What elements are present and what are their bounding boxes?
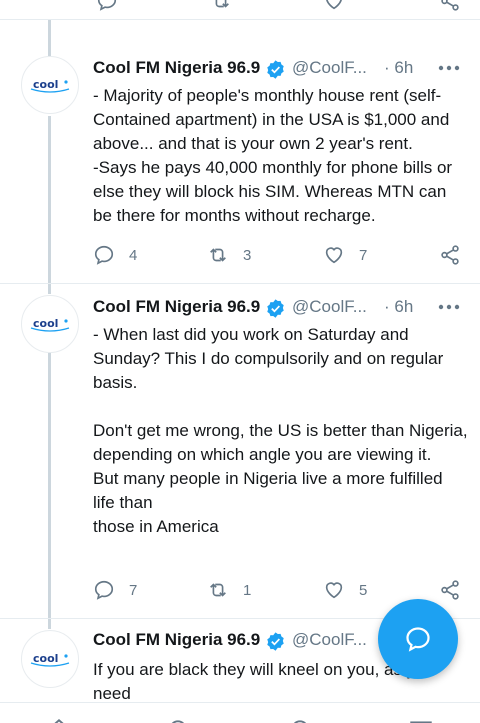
like-icon[interactable] bbox=[323, 0, 345, 12]
tweet-actions: 7 1 5 bbox=[93, 578, 463, 602]
notifications-icon[interactable] bbox=[287, 717, 313, 723]
like-count: 7 bbox=[359, 246, 368, 264]
compose-message-icon bbox=[406, 627, 430, 652]
retweet-button[interactable]: 1 bbox=[207, 578, 251, 602]
retweet-icon bbox=[210, 583, 226, 597]
cool-fm-logo: cool bbox=[30, 317, 70, 332]
verified-badge-icon bbox=[267, 60, 284, 79]
bottom-navigation bbox=[0, 702, 480, 723]
avatar[interactable]: cool bbox=[21, 56, 79, 114]
divider bbox=[0, 283, 480, 284]
like-button[interactable]: 5 bbox=[323, 578, 367, 602]
home-icon[interactable] bbox=[46, 717, 72, 723]
avatar[interactable]: cool bbox=[21, 630, 79, 688]
thread-line bbox=[48, 20, 51, 56]
tweet-header: Cool FM Nigeria 96.9 @CoolF... · 6h bbox=[93, 297, 480, 323]
avatar[interactable]: cool bbox=[21, 295, 79, 353]
verified-badge-icon bbox=[267, 299, 284, 318]
reply-button[interactable]: 7 bbox=[93, 578, 137, 602]
like-icon bbox=[325, 582, 343, 599]
timestamp[interactable]: · 6h bbox=[384, 58, 413, 78]
tweet-text: - When last did you work on Saturday and… bbox=[93, 325, 468, 536]
retweet-count: 3 bbox=[243, 246, 252, 264]
retweet-icon bbox=[210, 248, 226, 262]
tweet-actions: 4 3 7 bbox=[93, 243, 463, 267]
share-button[interactable] bbox=[439, 243, 461, 267]
share-icon bbox=[441, 245, 459, 265]
like-button[interactable]: 7 bbox=[323, 243, 367, 267]
timestamp[interactable]: · 6h bbox=[384, 297, 413, 317]
display-name[interactable]: Cool FM Nigeria 96.9 bbox=[93, 58, 260, 78]
share-icon[interactable] bbox=[439, 0, 461, 12]
messages-icon[interactable] bbox=[408, 717, 434, 723]
display-name[interactable]: Cool FM Nigeria 96.9 bbox=[93, 630, 260, 650]
cool-fm-logo: cool bbox=[30, 652, 70, 667]
reply-count: 7 bbox=[129, 581, 138, 599]
more-options-icon[interactable] bbox=[438, 300, 460, 314]
compose-message-button[interactable] bbox=[378, 599, 458, 679]
like-icon bbox=[325, 247, 343, 264]
tweet[interactable]: cool Cool FM Nigeria 96.9 @CoolF... · 6h… bbox=[0, 295, 480, 625]
tweet[interactable]: cool Cool FM Nigeria 96.9 @CoolF... · 6h… bbox=[0, 56, 480, 294]
display-name[interactable]: Cool FM Nigeria 96.9 bbox=[93, 297, 260, 317]
handle[interactable]: @CoolF... bbox=[292, 297, 367, 317]
more-options-icon[interactable] bbox=[438, 61, 460, 75]
share-icon bbox=[441, 580, 459, 600]
svg-text:cool: cool bbox=[33, 78, 58, 91]
reply-icon bbox=[94, 580, 114, 600]
reply-icon[interactable] bbox=[96, 0, 118, 12]
handle[interactable]: @CoolF... bbox=[292, 58, 367, 78]
share-button[interactable] bbox=[439, 578, 461, 602]
verified-badge-icon bbox=[267, 632, 284, 651]
retweet-count: 1 bbox=[243, 581, 252, 599]
like-count: 5 bbox=[359, 581, 368, 599]
svg-text:cool: cool bbox=[33, 652, 58, 665]
reply-count: 4 bbox=[129, 246, 138, 264]
svg-text:cool: cool bbox=[33, 317, 58, 330]
cool-fm-logo: cool bbox=[30, 78, 70, 93]
tweet-header: Cool FM Nigeria 96.9 @CoolF... · 6h bbox=[93, 58, 480, 84]
tweet-text: - Majority of people's monthly house ren… bbox=[93, 86, 453, 225]
search-icon[interactable] bbox=[166, 717, 192, 723]
previous-tweet-actions bbox=[0, 0, 480, 20]
reply-icon bbox=[94, 245, 114, 265]
reply-button[interactable]: 4 bbox=[93, 243, 137, 267]
retweet-icon[interactable] bbox=[210, 0, 232, 12]
handle[interactable]: @CoolF... bbox=[292, 630, 367, 650]
retweet-button[interactable]: 3 bbox=[207, 243, 251, 267]
